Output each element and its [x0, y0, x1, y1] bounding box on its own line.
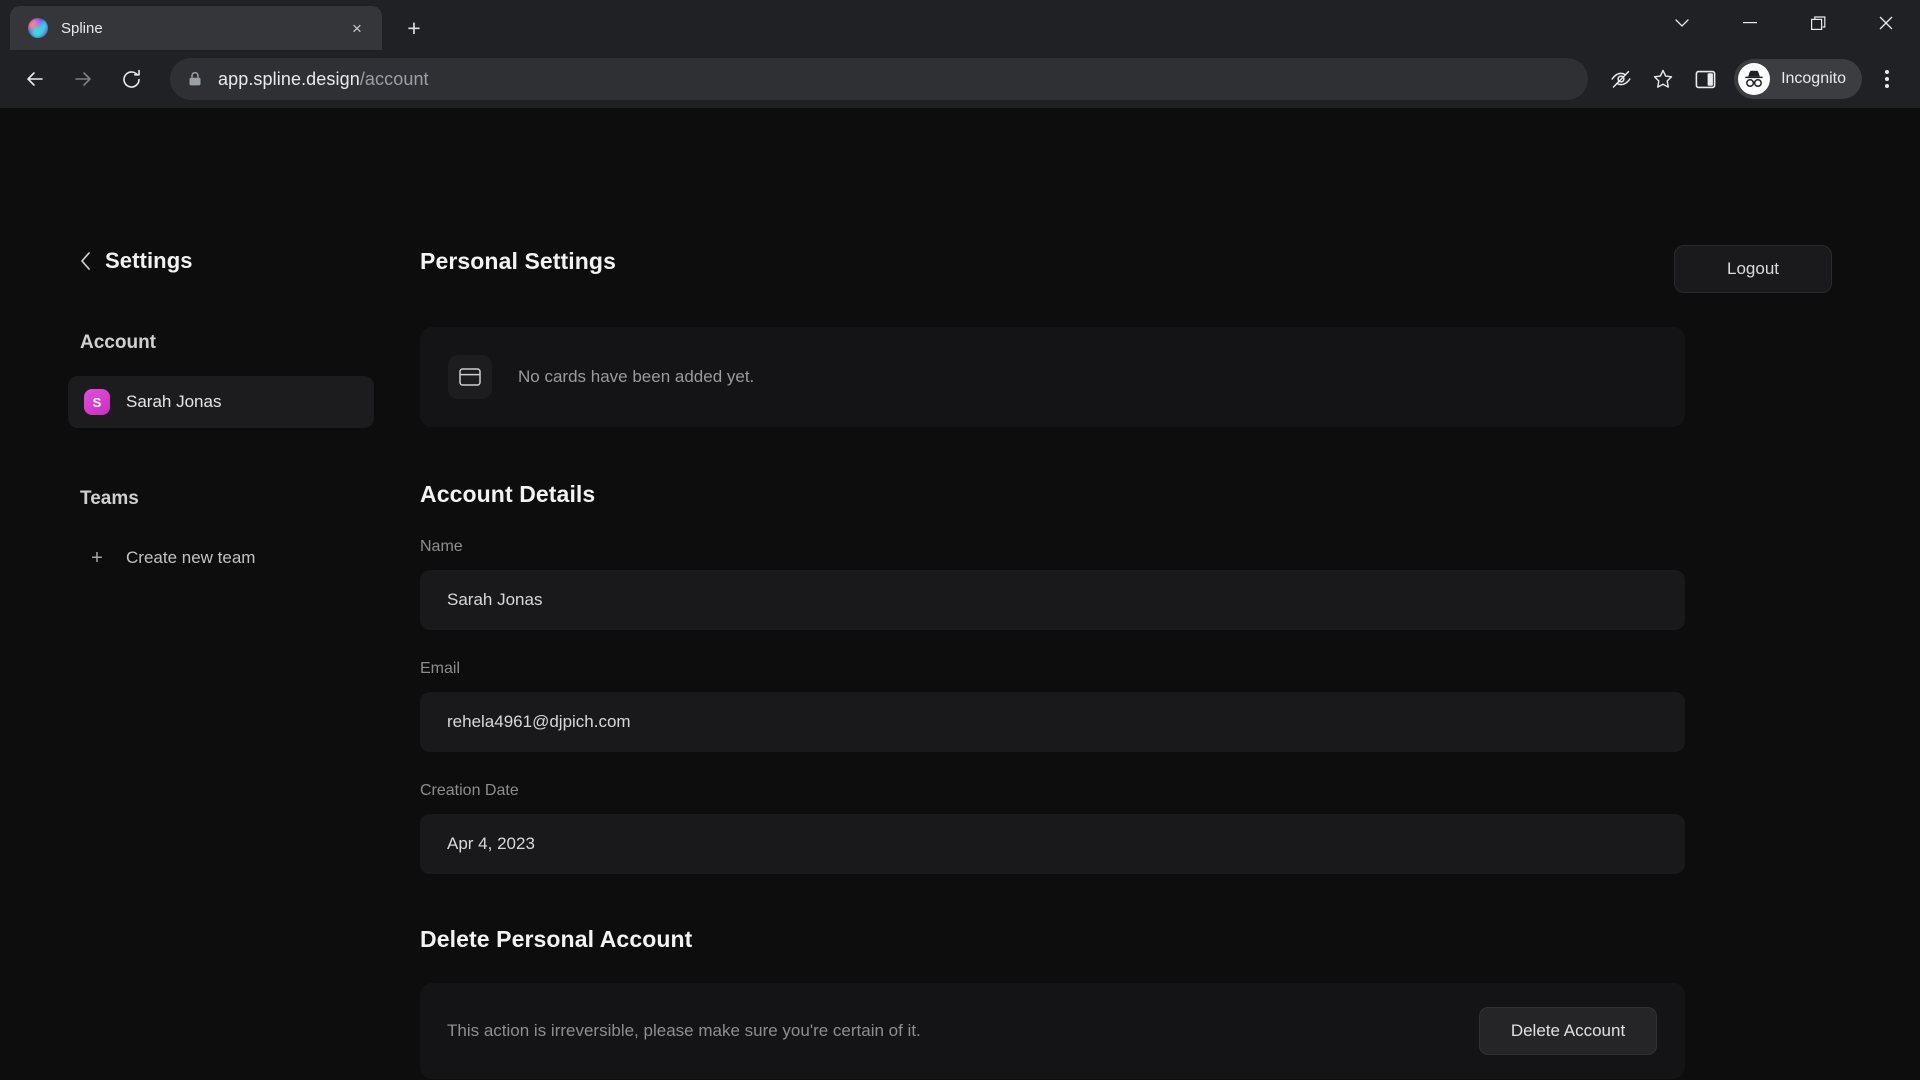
logout-button[interactable]: Logout: [1674, 245, 1832, 293]
close-window-button[interactable]: [1852, 0, 1920, 46]
field-label: Creation Date: [420, 782, 519, 799]
bookmark-star-icon[interactable]: [1644, 60, 1682, 98]
url-text: app.spline.design/account: [218, 69, 429, 90]
field-label: Name: [420, 538, 463, 555]
spline-account-page: Settings Account S Sarah Jonas Teams + C…: [0, 108, 1920, 1080]
sidebar-item-label: Sarah Jonas: [126, 392, 222, 411]
billing-cards-panel: No cards have been added yet.: [420, 327, 1685, 427]
delete-account-button[interactable]: Delete Account: [1479, 1007, 1657, 1055]
close-tab-icon[interactable]: ×: [344, 15, 370, 41]
side-panel-icon[interactable]: [1686, 60, 1724, 98]
spline-sphere-icon: [28, 18, 48, 38]
url-path: /account: [359, 68, 429, 89]
back-icon[interactable]: [14, 58, 56, 100]
sidebar-section-account-label: Account: [80, 332, 156, 353]
profile-label: Incognito: [1781, 70, 1846, 87]
delete-account-description: This action is irreversible, please make…: [447, 1021, 921, 1040]
minimize-button[interactable]: [1716, 0, 1784, 46]
delete-account-panel: This action is irreversible, please make…: [420, 983, 1685, 1079]
sidebar-section-teams-label: Teams: [80, 488, 139, 509]
settings-sidebar: Settings Account S Sarah Jonas Teams + C…: [0, 108, 420, 1080]
page-title: Personal Settings: [420, 248, 616, 274]
no-cards-text: No cards have been added yet.: [518, 367, 755, 386]
menu-dot: [1885, 84, 1889, 88]
maximize-button[interactable]: [1784, 0, 1852, 46]
forward-icon[interactable]: [62, 58, 104, 100]
plus-icon: +: [91, 547, 103, 569]
browser-tab-spline[interactable]: Spline ×: [10, 6, 382, 50]
sidebar-item-label: Create new team: [126, 548, 256, 567]
delete-account-title: Delete Personal Account: [420, 926, 693, 952]
main-header: Personal Settings: [420, 248, 1685, 275]
lock-icon[interactable]: [186, 70, 204, 88]
settings-main: Personal Settings No cards have been add…: [420, 108, 1920, 1080]
settings-content: Personal Settings No cards have been add…: [420, 248, 1685, 1079]
sidebar-item-create-new-team[interactable]: + Create new team: [68, 532, 374, 584]
email-input[interactable]: rehela4961@djpich.com: [420, 692, 1685, 752]
chevron-left-icon: [80, 252, 91, 270]
chrome-menu-icon[interactable]: [1868, 60, 1906, 98]
settings-back-link[interactable]: Settings: [80, 248, 420, 274]
sidebar-item-sarah-jonas[interactable]: S Sarah Jonas: [68, 376, 374, 428]
browser-toolbar: app.spline.design/account Incognito: [0, 50, 1920, 108]
url-domain: app.spline.design: [218, 68, 360, 89]
field-label: Email: [420, 660, 461, 677]
tab-strip: Spline × +: [0, 0, 1920, 50]
new-tab-button[interactable]: +: [396, 10, 432, 46]
field-name: Name Sarah Jonas: [420, 538, 1685, 630]
browser-chrome: Spline × + app.spline.design/account Inc…: [0, 0, 1920, 108]
tab-title: Spline: [61, 19, 103, 37]
reload-icon[interactable]: [110, 58, 152, 100]
third-party-cookies-blocked-icon[interactable]: [1602, 60, 1640, 98]
field-email: Email rehela4961@djpich.com: [420, 660, 1685, 752]
menu-dot: [1885, 77, 1889, 81]
incognito-hat-icon: [1738, 63, 1771, 95]
menu-dot: [1885, 70, 1889, 74]
delete-account-section: Delete Personal Account This action is i…: [420, 926, 1685, 1079]
account-details-title: Account Details: [420, 481, 596, 507]
settings-title: Settings: [105, 248, 193, 273]
window-controls: [1648, 0, 1920, 46]
profile-incognito-chip[interactable]: Incognito: [1734, 59, 1862, 99]
field-creation-date: Creation Date Apr 4, 2023: [420, 782, 1685, 874]
address-bar[interactable]: app.spline.design/account: [170, 58, 1589, 100]
tab-search-button[interactable]: [1648, 0, 1716, 46]
name-input[interactable]: Sarah Jonas: [420, 570, 1685, 630]
creation-date-input: Apr 4, 2023: [420, 814, 1685, 874]
credit-card-icon: [448, 355, 492, 399]
avatar: S: [84, 389, 110, 415]
